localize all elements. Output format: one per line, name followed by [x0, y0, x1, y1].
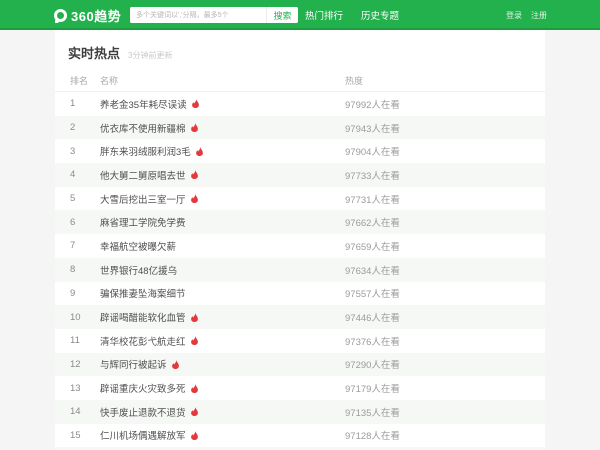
search-bar: 搜索	[130, 7, 298, 23]
column-header-rank: 排名	[70, 76, 89, 86]
heat-cell: 97634人在看	[345, 265, 400, 277]
fire-icon	[190, 336, 199, 346]
page-title: 实时热点	[68, 46, 121, 61]
rank-cell: 10	[70, 311, 81, 323]
topic-link[interactable]: 养老金35年耗尽误读	[100, 97, 187, 111]
rank-cell: 2	[70, 122, 76, 134]
table-row: 5 大雪后挖出三室一厅 97731人在看	[55, 187, 545, 211]
topic-link[interactable]: 大雪后挖出三室一厅	[100, 192, 186, 206]
fire-icon	[191, 99, 200, 109]
fire-icon	[190, 407, 199, 417]
heat-cell: 97446人在看	[345, 313, 400, 325]
topic-link[interactable]: 辟谣重庆火灾致多死	[100, 381, 186, 395]
heat-cell: 97128人在看	[345, 431, 400, 443]
heat-cell: 97376人在看	[345, 336, 400, 348]
table-row: 13 辟谣重庆火灾致多死 97179人在看	[55, 376, 545, 400]
heat-cell: 97992人在看	[345, 99, 400, 111]
fire-icon	[190, 194, 199, 204]
360-logo-icon	[54, 8, 67, 23]
topic-link[interactable]: 世界银行48亿援乌	[100, 263, 177, 277]
hot-topic-list: 1 养老金35年耗尽误读 97992人在看 2 优衣库不使用新疆棉 97943人…	[55, 92, 545, 450]
heat-cell: 97135人在看	[345, 407, 400, 419]
topic-link[interactable]: 与辉同行被起诉	[100, 357, 167, 371]
rank-cell: 3	[70, 145, 76, 157]
site-logo-text: 360趋势	[71, 8, 122, 24]
table-row: 14 快手废止退款不退货 97135人在看	[55, 399, 545, 424]
topic-link[interactable]: 胖东来羽绒服利润3毛	[100, 144, 191, 158]
table-row: 8 世界银行48亿援乌 97634人在看	[55, 257, 545, 282]
fire-icon	[190, 383, 199, 393]
heat-cell: 97904人在看	[345, 147, 400, 159]
site-logo[interactable]: 360趋势	[54, 4, 121, 26]
rank-cell: 13	[70, 382, 81, 394]
table-header-row: 排名 名称 热度	[55, 70, 545, 92]
heat-cell: 97733人在看	[345, 170, 400, 182]
column-header-name: 名称	[100, 76, 119, 86]
topic-link[interactable]: 优衣库不使用新疆棉	[100, 121, 186, 135]
nav-item-history-topics[interactable]: 历史专题	[361, 8, 399, 22]
rank-cell: 9	[70, 287, 76, 299]
rank-cell: 11	[70, 335, 80, 347]
fire-icon	[190, 312, 199, 322]
table-row: 4 他大舅二舅原唱去世 97733人在看	[55, 163, 545, 187]
rank-cell: 1	[70, 98, 76, 110]
heat-cell: 97179人在看	[345, 384, 400, 396]
login-link[interactable]: 登录	[506, 10, 522, 21]
topic-link[interactable]: 仁川机场偶遇解放军	[100, 428, 186, 442]
topic-link[interactable]: 辟谣喝醋能软化血管	[100, 310, 186, 324]
table-row: 2 优衣库不使用新疆棉 97943人在看	[55, 115, 545, 140]
heat-cell: 97731人在看	[345, 194, 400, 206]
topic-link[interactable]: 清华校花彭弋航走红	[100, 334, 186, 348]
nav-item-hot-ranking[interactable]: 热门排行	[305, 8, 343, 22]
search-button[interactable]: 搜索	[266, 7, 298, 23]
search-input[interactable]	[130, 7, 266, 23]
register-link[interactable]: 注册	[531, 10, 547, 21]
table-row: 1 养老金35年耗尽误读 97992人在看	[55, 92, 545, 116]
table-row: 10 辟谣喝醋能软化血管 97446人在看	[55, 305, 545, 329]
card-header: 实时热点 3分钟前更新	[55, 30, 545, 70]
column-header-heat: 热度	[345, 76, 364, 86]
topic-link[interactable]: 幸福航空被曝欠薪	[100, 239, 176, 253]
heat-cell: 97557人在看	[345, 289, 400, 301]
table-row: 12 与辉同行被起诉 97290人在看	[55, 352, 545, 377]
heat-cell: 97659人在看	[345, 241, 400, 253]
rank-cell: 15	[70, 429, 81, 441]
updated-timestamp: 3分钟前更新	[128, 51, 173, 60]
rank-cell: 4	[70, 169, 76, 181]
rank-cell: 6	[70, 216, 76, 228]
heat-cell: 97943人在看	[345, 123, 400, 135]
topic-link[interactable]: 麻省理工学院免学费	[100, 215, 186, 229]
rank-cell: 14	[70, 406, 81, 418]
fire-icon	[190, 430, 199, 440]
table-row: 9 骗保推妻坠海案细节 97557人在看	[55, 282, 545, 306]
fire-icon	[171, 359, 180, 369]
rank-cell: 7	[70, 240, 76, 252]
rank-cell: 12	[70, 358, 81, 370]
header-nav: 热门排行 历史专题	[305, 0, 399, 30]
table-row: 6 麻省理工学院免学费 97662人在看	[55, 210, 545, 235]
realtime-hot-card: 实时热点 3分钟前更新 排名 名称 热度 1 养老金35年耗尽误读 97992人…	[55, 30, 545, 450]
table-row: 15 仁川机场偶遇解放军 97128人在看	[55, 424, 545, 448]
rank-cell: 8	[70, 264, 76, 276]
top-navigation-bar: 360趋势 搜索 热门排行 历史专题 登录 注册	[0, 0, 600, 30]
fire-icon	[190, 123, 199, 133]
table-row: 3 胖东来羽绒服利润3毛 97904人在看	[55, 139, 545, 163]
fire-icon	[195, 146, 204, 156]
table-row: 7 幸福航空被曝欠薪 97659人在看	[55, 234, 545, 258]
heat-cell: 97290人在看	[345, 360, 400, 372]
topic-link[interactable]: 快手废止退款不退货	[100, 405, 186, 419]
rank-cell: 5	[70, 193, 76, 205]
table-row: 11 清华校花彭弋航走红 97376人在看	[55, 329, 545, 353]
heat-cell: 97662人在看	[345, 218, 400, 230]
auth-links: 登录 注册	[506, 0, 547, 30]
fire-icon	[190, 170, 199, 180]
topic-link[interactable]: 他大舅二舅原唱去世	[100, 168, 186, 182]
topic-link[interactable]: 骗保推妻坠海案细节	[100, 286, 186, 300]
